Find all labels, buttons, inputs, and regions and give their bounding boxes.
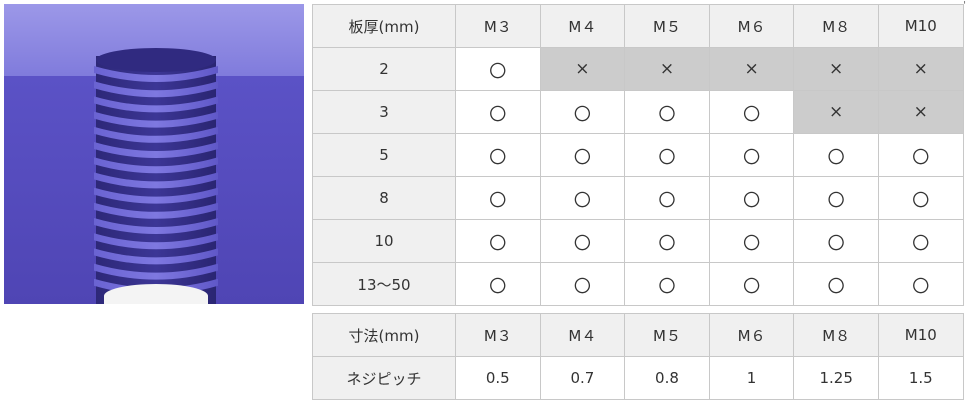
column-header-dimension: 寸法(mm) (312, 313, 456, 357)
available-cell: 〇 (539, 219, 626, 263)
available-cell: 〇 (455, 262, 541, 306)
available-cell: 〇 (708, 262, 795, 306)
column-header-size: M４ (539, 313, 626, 357)
available-cell: 〇 (539, 262, 626, 306)
column-header-size: M10 (877, 4, 964, 48)
column-header-thickness: 板厚(mm) (312, 4, 456, 48)
row-label-thickness: 5 (312, 133, 456, 177)
column-header-size: M３ (455, 4, 541, 48)
column-header-size: M５ (624, 4, 710, 48)
tapped-hole-illustration (4, 4, 304, 308)
available-cell: 〇 (624, 262, 710, 306)
available-cell: 〇 (877, 133, 964, 177)
unavailable-cell: × (624, 47, 710, 91)
thread-cross-section-image (4, 4, 304, 308)
available-cell: 〇 (624, 219, 710, 263)
column-header-size: M６ (708, 4, 795, 48)
column-header-size: M８ (793, 313, 879, 357)
unavailable-cell: × (877, 90, 964, 134)
available-cell: 〇 (624, 133, 710, 177)
table-row: 8〇〇〇〇〇〇 (312, 176, 964, 220)
available-cell: 〇 (708, 90, 795, 134)
available-cell: 〇 (455, 219, 541, 263)
column-header-size: M８ (793, 4, 879, 48)
plate-thickness-compat-table: 板厚(mm) M３ M４ M５ M６ M８ M10 2 〇 × × × × × 3 〇〇〇〇 × × 5 〇〇〇〇〇〇… (312, 4, 964, 306)
unavailable-cell: × (539, 47, 626, 91)
available-cell: 〇 (539, 90, 626, 134)
available-cell: 〇 (793, 176, 879, 220)
row-label-thickness: 13〜50 (312, 262, 456, 306)
available-cell: 〇 (793, 133, 879, 177)
header-row: 寸法(mm) M３ M４ M５ M６ M８ M10 (312, 313, 964, 357)
unavailable-cell: × (877, 47, 964, 91)
pitch-value-cell: 1.5 (877, 356, 964, 400)
column-header-size: M10 (877, 313, 964, 357)
available-cell: 〇 (539, 176, 626, 220)
available-cell: 〇 (708, 176, 795, 220)
header-row: 板厚(mm) M３ M４ M５ M６ M８ M10 (312, 4, 964, 48)
row-label-thickness: 2 (312, 47, 456, 91)
thread-pitch-table: 寸法(mm) M３ M４ M５ M６ M８ M10 ネジピッチ 0.5 0.7 0.8 1 1.25 1.… (312, 313, 964, 400)
column-header-size: M４ (539, 4, 626, 48)
available-cell: 〇 (624, 90, 710, 134)
row-label-thickness: 10 (312, 219, 456, 263)
available-cell: 〇 (708, 219, 795, 263)
available-cell: 〇 (877, 219, 964, 263)
available-cell: 〇 (877, 176, 964, 220)
table-row: 13〜50 〇〇〇〇〇〇 (312, 262, 964, 306)
available-cell: 〇 (455, 47, 541, 91)
available-cell: 〇 (793, 219, 879, 263)
unavailable-cell: × (793, 90, 879, 134)
row-label-thickness: 8 (312, 176, 456, 220)
available-cell: 〇 (455, 176, 541, 220)
pitch-value-cell: 0.7 (539, 356, 626, 400)
available-cell: 〇 (793, 262, 879, 306)
table-row: 2 〇 × × × × × (312, 47, 964, 91)
table-row: 3 〇〇〇〇 × × (312, 90, 964, 134)
unavailable-cell: × (708, 47, 795, 91)
row-label-thickness: 3 (312, 90, 456, 134)
row-label-pitch: ネジピッチ (312, 356, 456, 400)
column-header-size: M６ (708, 313, 795, 357)
pitch-value-cell: 1 (708, 356, 795, 400)
available-cell: 〇 (877, 262, 964, 306)
column-header-size: M３ (455, 313, 541, 357)
table-row: ネジピッチ 0.5 0.7 0.8 1 1.25 1.5 (312, 356, 964, 400)
available-cell: 〇 (455, 133, 541, 177)
pitch-value-cell: 0.5 (455, 356, 541, 400)
pitch-value-cell: 1.25 (793, 356, 879, 400)
pitch-value-cell: 0.8 (624, 356, 710, 400)
available-cell: 〇 (539, 133, 626, 177)
table-row: 10 〇〇〇〇〇〇 (312, 219, 964, 263)
available-cell: 〇 (624, 176, 710, 220)
table-row: 5〇〇〇〇〇〇 (312, 133, 964, 177)
unavailable-cell: × (793, 47, 879, 91)
available-cell: 〇 (455, 90, 541, 134)
available-cell: 〇 (708, 133, 795, 177)
column-header-size: M５ (624, 313, 710, 357)
